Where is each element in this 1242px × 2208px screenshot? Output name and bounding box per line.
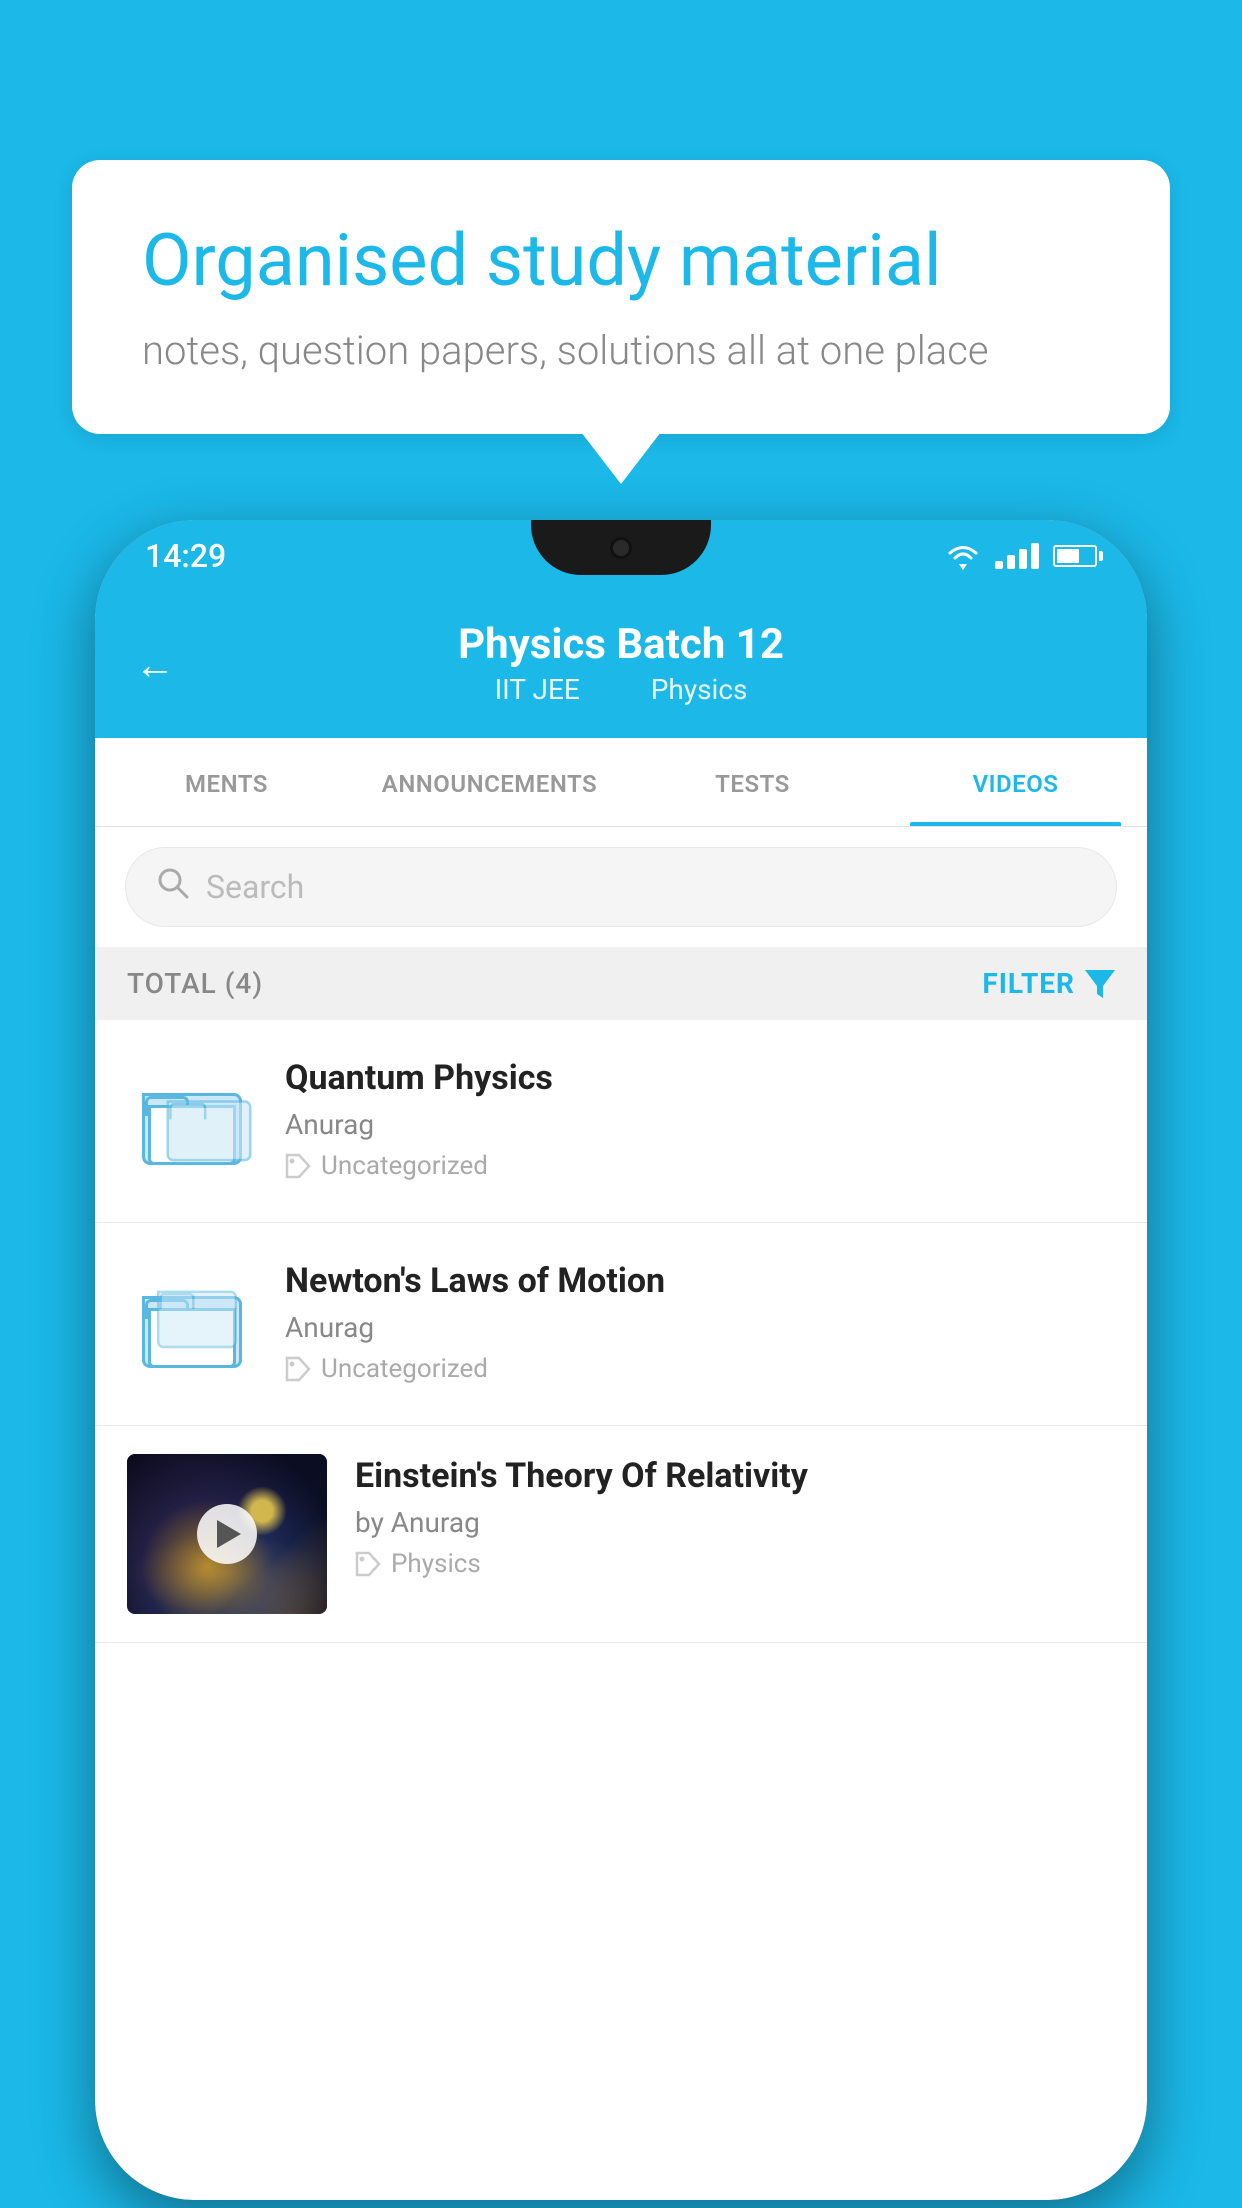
- filter-funnel-icon: [1085, 970, 1115, 998]
- video-tag-1: Uncategorized: [285, 1151, 1115, 1181]
- header-subject: Physics: [651, 673, 748, 706]
- status-time: 14:29: [145, 537, 226, 575]
- video-tag-text-3: Physics: [391, 1549, 481, 1579]
- play-button[interactable]: [197, 1504, 257, 1564]
- speech-bubble: Organised study material notes, question…: [72, 160, 1170, 434]
- tag-icon-2: [285, 1356, 311, 1382]
- video-thumbnail-1: [127, 1056, 257, 1186]
- header-title: Physics Batch 12: [458, 620, 784, 669]
- status-icons: [945, 542, 1097, 570]
- search-placeholder: Search: [206, 868, 304, 906]
- video-title-1: Quantum Physics: [285, 1056, 1115, 1100]
- total-count: TOTAL (4): [127, 967, 263, 1000]
- video-info-1: Quantum Physics Anurag Uncategorized: [285, 1056, 1115, 1181]
- folder-icon-1b: [167, 1087, 252, 1162]
- video-tag-text-1: Uncategorized: [321, 1151, 488, 1181]
- video-author-3: by Anurag: [355, 1506, 1115, 1539]
- video-title-3: Einstein's Theory Of Relativity: [355, 1454, 1115, 1498]
- filter-bar: TOTAL (4) FILTER: [95, 947, 1147, 1020]
- video-info-2: Newton's Laws of Motion Anurag Uncategor…: [285, 1259, 1115, 1384]
- back-button[interactable]: ←: [135, 642, 175, 689]
- speech-bubble-subtitle: notes, question papers, solutions all at…: [142, 327, 1100, 374]
- search-bar[interactable]: Search: [125, 847, 1117, 927]
- video-author-1: Anurag: [285, 1108, 1115, 1141]
- video-title-2: Newton's Laws of Motion: [285, 1259, 1115, 1303]
- tabs-bar: MENTS ANNOUNCEMENTS TESTS VIDEOS: [95, 738, 1147, 827]
- tab-announcements[interactable]: ANNOUNCEMENTS: [358, 738, 621, 826]
- video-item-1[interactable]: Quantum Physics Anurag Uncategorized: [95, 1020, 1147, 1223]
- phone-frame: 14:29: [95, 520, 1147, 2200]
- tab-ments[interactable]: MENTS: [95, 738, 358, 826]
- tag-icon-3: [355, 1551, 381, 1577]
- speech-bubble-container: Organised study material notes, question…: [72, 160, 1170, 434]
- video-tag-3: Physics: [355, 1549, 1115, 1579]
- filter-button[interactable]: FILTER: [982, 967, 1115, 1000]
- tag-icon-1: [285, 1153, 311, 1179]
- video-info-3: Einstein's Theory Of Relativity by Anura…: [355, 1454, 1115, 1579]
- video-list: Quantum Physics Anurag Uncategorized: [95, 1020, 1147, 1643]
- video-item-3[interactable]: Einstein's Theory Of Relativity by Anura…: [95, 1426, 1147, 1643]
- play-triangle-icon: [217, 1520, 241, 1548]
- tab-tests[interactable]: TESTS: [621, 738, 884, 826]
- video-item-2[interactable]: Newton's Laws of Motion Anurag Uncategor…: [95, 1223, 1147, 1426]
- signal-bars: [995, 543, 1039, 569]
- front-camera: [610, 537, 632, 559]
- header-subtitle: IIT JEE Physics: [479, 673, 764, 706]
- filter-label: FILTER: [982, 967, 1075, 1000]
- video-tag-text-2: Uncategorized: [321, 1354, 488, 1384]
- video-tag-2: Uncategorized: [285, 1354, 1115, 1384]
- speech-bubble-title: Organised study material: [142, 220, 1100, 303]
- video-thumbnail-3: [127, 1454, 327, 1614]
- phone-wrapper: 14:29: [95, 520, 1147, 2200]
- folder-icon-2b: [157, 1278, 237, 1348]
- tab-videos[interactable]: VIDEOS: [884, 738, 1147, 826]
- phone-screen: 14:29: [95, 520, 1147, 2200]
- wifi-icon: [945, 542, 981, 570]
- header-category: IIT JEE: [495, 673, 580, 706]
- search-container: Search: [95, 827, 1147, 947]
- battery-icon: [1053, 545, 1097, 567]
- app-header: ← Physics Batch 12 IIT JEE Physics: [95, 592, 1147, 738]
- search-icon: [156, 866, 190, 908]
- video-thumbnail-2: [127, 1259, 257, 1389]
- notch: [531, 520, 711, 575]
- video-author-2: Anurag: [285, 1311, 1115, 1344]
- background: Organised study material notes, question…: [0, 0, 1242, 2208]
